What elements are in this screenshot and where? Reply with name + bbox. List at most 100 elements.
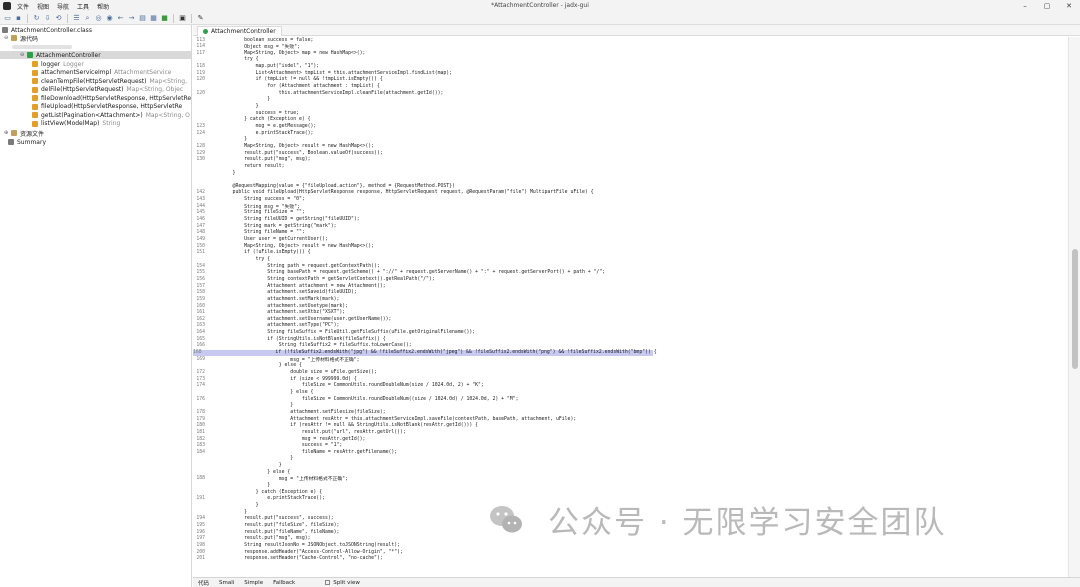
sync-icon[interactable]: ⟲ (54, 14, 63, 23)
code-text: for (Attachment attachment : tmpList) { (221, 84, 380, 90)
code-line: try { (193, 256, 270, 262)
member-name: getList(Pagination<Attachment>) (41, 111, 143, 119)
code-line: 201 response.setHeader("Cache-Control", … (193, 556, 383, 562)
tree-member-item[interactable]: delFile(HttpServletRequest) Map<String, O… (32, 86, 183, 94)
code-line: 161 attachment.setXtbz("XSXT"); (193, 310, 345, 316)
code-text: String contextPath = getServletContext()… (221, 276, 435, 282)
code-line: 144 String msg = "失败"; (193, 203, 300, 210)
stop-icon[interactable]: ▣ (178, 14, 187, 23)
class-icon (27, 52, 33, 58)
line-number: 176 (196, 396, 205, 402)
code-line: 163 attachment.setType("PC"); (193, 323, 339, 329)
code-editor[interactable]: 113 boolean success = false; 114 Object m… (193, 37, 1068, 577)
code-line: 173 if (size < 999999.0d) { (193, 376, 356, 382)
tree-root[interactable]: AttachmentController.class (2, 26, 92, 34)
tree-member-item[interactable]: attachmentServiceImpl AttachmentService (32, 69, 171, 77)
line-number: 114 (196, 44, 205, 50)
settings-icon[interactable]: ◉ (105, 14, 114, 23)
code-line: 118 map.put("isdel", "1"); (193, 64, 319, 70)
scrollbar-thumb[interactable] (1072, 249, 1078, 369)
code-line: } (193, 137, 247, 143)
tree-summary-node[interactable]: Summary (8, 138, 46, 146)
refresh-icon[interactable]: ↻ (32, 14, 41, 23)
tree-member-item[interactable]: logger Logger (32, 60, 84, 68)
back-icon[interactable]: ← (116, 14, 125, 23)
toolbar-divider (173, 13, 174, 23)
member-name: attachmentServiceImpl (41, 69, 112, 76)
code-line: } (193, 483, 270, 489)
close-button[interactable]: ✕ (1058, 0, 1080, 12)
code-text: if (!uFile.isEmpty()) { (221, 250, 311, 256)
save-icon[interactable]: ▪ (14, 14, 23, 23)
code-line: return result; (193, 163, 284, 169)
code-text: msg = e.getMessage(); (221, 123, 317, 129)
code-line: 180 if (resAttr != null && StringUtils.i… (193, 423, 478, 429)
code-text: } (221, 170, 236, 176)
line-number: 151 (196, 250, 205, 256)
open-folder-icon[interactable]: ▭ (3, 14, 12, 23)
split-view-toggle[interactable]: Split view (325, 579, 360, 586)
collapse-icon[interactable]: ⊖ (20, 52, 26, 58)
code-text: response.setHeader("Cache-Control", "no-… (221, 556, 383, 562)
expand-icon[interactable]: ⊕ (4, 130, 10, 136)
code-line: 119 List<Attachment> tmpList = this.atta… (193, 70, 452, 76)
menu-view[interactable]: 视图 (37, 2, 49, 11)
code-text: } (221, 403, 294, 409)
log-icon[interactable]: ▤ (138, 14, 147, 23)
method-icon (32, 78, 38, 84)
line-number: 123 (196, 123, 205, 129)
tree-member-item[interactable]: listView(ModelMap) String (32, 120, 120, 128)
forward-icon[interactable]: → (127, 14, 136, 23)
tree-icon[interactable]: ☰ (72, 14, 81, 23)
tree-member-item[interactable]: fileUpload(HttpServletResponse, HttpServ… (32, 103, 185, 111)
code-text: if (!fileSuffix2.endsWith("jpg") && !fil… (217, 350, 657, 356)
line-number: 183 (196, 443, 205, 449)
minimize-button[interactable]: – (1014, 0, 1036, 12)
code-text: attachment.setSaveid(fileUUID); (221, 290, 357, 296)
tree-package-node[interactable] (12, 43, 72, 51)
code-line: 145 String fileSize = ""; (193, 210, 304, 216)
code-text: } (221, 509, 247, 515)
code-line: 142 public void fileUpload(HttpServletRe… (193, 190, 593, 196)
code-text: e.printStackTrace(); (221, 496, 325, 502)
tab-smali[interactable]: Smali (219, 580, 234, 586)
tree-source-node[interactable]: ⊖ 源代码 (4, 34, 38, 43)
menu-file[interactable]: 文件 (17, 2, 29, 11)
editor-tab[interactable]: AttachmentController (197, 26, 282, 36)
code-line: 179 Attachment resAttr = this.attachment… (193, 416, 576, 422)
search-icon[interactable]: ⌕ (83, 14, 92, 23)
code-text: result.put("url", resAttr.getUrl()); (221, 429, 406, 435)
menu-tools[interactable]: 工具 (77, 2, 89, 11)
code-text: result.put("fileName", fileName); (221, 529, 340, 535)
code-icon[interactable]: ■ (160, 14, 169, 23)
wrench-icon[interactable]: ✎ (196, 14, 205, 23)
collapse-icon[interactable]: ⊖ (4, 35, 10, 41)
watermark-text: 公众号 · 无限学习安全团队 (548, 505, 947, 541)
export-icon[interactable]: ⇩ (43, 14, 52, 23)
line-number: 144 (196, 203, 205, 209)
maximize-button[interactable]: ▢ (1036, 0, 1058, 12)
code-line: 195 result.put("fileSize", fileSize); (193, 522, 339, 528)
split-view-checkbox[interactable] (325, 579, 331, 585)
tab-simple[interactable]: Simple (244, 580, 263, 586)
tab-fallback[interactable]: Fallback (273, 580, 295, 586)
tree-member-item[interactable]: getList(Pagination<Attachment>) Map<Strin… (32, 111, 190, 119)
find-class-icon[interactable]: ◎ (94, 14, 103, 23)
line-number: 194 (196, 516, 205, 522)
code-text: attachment.setXtbz("XSXT"); (221, 310, 346, 316)
tree-member-item[interactable]: cleanTempFile(HttpServletRequest) Map<Str… (32, 77, 187, 85)
tree-resources-node[interactable]: ⊕ 资源文件 (4, 129, 44, 138)
code-text: result.put("msg", msg); (221, 157, 311, 163)
member-name: fileDownload(HttpServletResponse, HttpSe… (41, 94, 192, 102)
vertical-scrollbar[interactable] (1068, 37, 1080, 577)
code-text: map.put("isdel", "1"); (221, 64, 320, 70)
tree-class-node[interactable]: ⊖ AttachmentController (0, 51, 191, 59)
menu-navigate[interactable]: 导航 (57, 2, 69, 11)
tab-code[interactable]: 代码 (198, 579, 209, 587)
code-line: } catch (Exception e) { (193, 117, 310, 123)
tree-member-item[interactable]: fileDownload(HttpServletResponse, HttpSe… (32, 94, 194, 102)
decompile-icon[interactable]: ▦ (149, 14, 158, 23)
member-name: logger (41, 60, 61, 68)
menu-help[interactable]: 帮助 (97, 2, 109, 11)
code-text: attachment.setUsetype(mark); (221, 303, 349, 309)
